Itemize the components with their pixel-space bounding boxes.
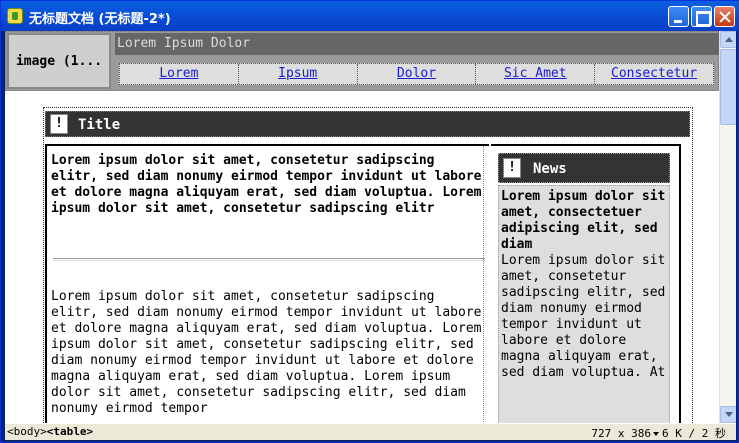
nav-link-dolor[interactable]: Dolor bbox=[358, 64, 477, 84]
news-box[interactable]: Lorem ipsum dolor sit amet, consectetuer… bbox=[498, 185, 670, 423]
download-size: 6 K / 2 秒 bbox=[662, 427, 726, 440]
vertical-scrollbar[interactable] bbox=[719, 31, 736, 423]
design-canvas[interactable]: image (1... Lorem Ipsum Dolor Lorem Ipsu… bbox=[5, 31, 719, 423]
news-title: News bbox=[533, 161, 567, 177]
app-icon bbox=[7, 8, 23, 24]
window-size[interactable]: 727 x 386 bbox=[591, 427, 651, 440]
content-title: Title bbox=[78, 117, 121, 133]
nav-link-lorem[interactable]: Lorem bbox=[120, 64, 239, 84]
close-button[interactable] bbox=[714, 6, 735, 27]
horizontal-rule bbox=[53, 258, 485, 261]
alert-icon: ! bbox=[50, 114, 68, 134]
design-view[interactable]: image (1... Lorem Ipsum Dolor Lorem Ipsu… bbox=[5, 31, 736, 423]
nav-link-sic-amet[interactable]: Sic Amet bbox=[476, 64, 596, 84]
scroll-down-icon[interactable] bbox=[720, 406, 736, 423]
nav-bar: Lorem Ipsum Dolor Sic Amet Consectetur bbox=[119, 63, 714, 85]
status-bar: <body><table> 727 x 386 6 K / 2 秒 bbox=[5, 423, 736, 440]
status-right: 727 x 386 6 K / 2 秒 bbox=[591, 425, 726, 441]
lead-paragraph[interactable]: Lorem ipsum dolor sit amet, consetetur s… bbox=[51, 153, 486, 217]
image-placeholder[interactable]: image (1... bbox=[7, 33, 111, 89]
maximize-button[interactable] bbox=[691, 6, 712, 27]
news-body: Lorem ipsum dolor sit amet, consetetur s… bbox=[501, 253, 666, 380]
scroll-thumb[interactable] bbox=[720, 49, 736, 125]
minimize-button[interactable] bbox=[668, 6, 689, 27]
scroll-up-icon[interactable] bbox=[720, 31, 736, 48]
news-header[interactable]: ! News bbox=[498, 153, 670, 183]
site-name: Lorem Ipsum Dolor bbox=[117, 36, 251, 51]
nav-link-ipsum[interactable]: Ipsum bbox=[239, 64, 358, 84]
news-lead: Lorem ipsum dolor sit amet, consectetuer… bbox=[501, 189, 666, 252]
title-bar[interactable]: 无标题文档 (无标题-2*) bbox=[1, 1, 739, 31]
tag-table[interactable]: <table> bbox=[47, 425, 93, 438]
window-title: 无标题文档 (无标题-2*) bbox=[29, 12, 171, 27]
editor-window: 无标题文档 (无标题-2*) image (1... Lorem Ipsum D… bbox=[0, 0, 739, 443]
alert-icon: ! bbox=[503, 158, 521, 178]
dropdown-icon[interactable] bbox=[653, 431, 660, 436]
tag-selector: <body><table> bbox=[7, 425, 93, 438]
content-title-bar[interactable]: ! Title bbox=[45, 111, 690, 137]
tag-body[interactable]: <body> bbox=[7, 425, 47, 438]
nav-link-consectetur[interactable]: Consectetur bbox=[595, 64, 713, 84]
body-paragraph[interactable]: Lorem ipsum dolor sit amet, consetetur s… bbox=[51, 289, 486, 417]
